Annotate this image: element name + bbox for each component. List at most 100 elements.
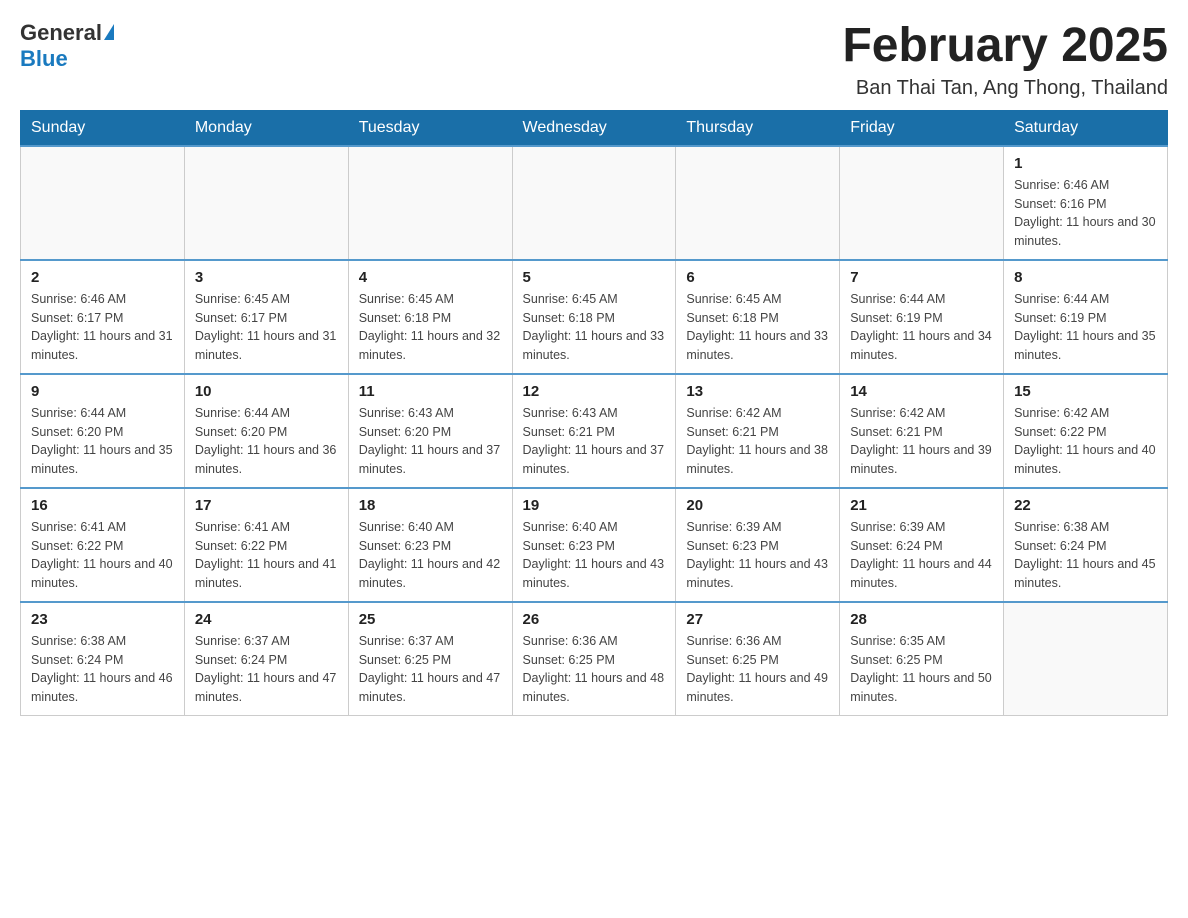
day-info: Sunrise: 6:45 AMSunset: 6:18 PMDaylight:… <box>523 290 666 365</box>
day-number: 12 <box>523 383 666 400</box>
day-info: Sunrise: 6:39 AMSunset: 6:23 PMDaylight:… <box>686 518 829 593</box>
day-number: 14 <box>850 383 993 400</box>
weekday-header-tuesday: Tuesday <box>348 110 512 146</box>
calendar-cell: 24 Sunrise: 6:37 AMSunset: 6:24 PMDayligh… <box>184 602 348 716</box>
title-block: February 2025 Ban Thai Tan, Ang Thong, T… <box>842 20 1168 100</box>
day-number: 22 <box>1014 497 1157 514</box>
weekday-header-saturday: Saturday <box>1004 110 1168 146</box>
day-info: Sunrise: 6:40 AMSunset: 6:23 PMDaylight:… <box>523 518 666 593</box>
day-number: 10 <box>195 383 338 400</box>
calendar-cell: 12Sunrise: 6:43 AMSunset: 6:21 PMDayligh… <box>512 374 676 488</box>
day-info: Sunrise: 6:45 AMSunset: 6:18 PMDaylight:… <box>686 290 829 365</box>
day-number: 13 <box>686 383 829 400</box>
day-info: Sunrise: 6:36 AMSunset: 6:25 PMDaylight:… <box>686 632 829 707</box>
day-number: 17 <box>195 497 338 514</box>
calendar-week-row: 9 Sunrise: 6:44 AMSunset: 6:20 PMDaylight… <box>21 374 1168 488</box>
logo: General Blue <box>20 20 114 72</box>
calendar-cell: 3Sunrise: 6:45 AMSunset: 6:17 PMDaylight… <box>184 260 348 374</box>
day-number: 25 <box>359 611 502 628</box>
day-number: 18 <box>359 497 502 514</box>
day-info: Sunrise: 6:37 AMSunset: 6:25 PMDaylight:… <box>359 632 502 707</box>
day-info: Sunrise: 6:39 AMSunset: 6:24 PMDaylight:… <box>850 518 993 593</box>
day-number: 7 <box>850 269 993 286</box>
day-number: 26 <box>523 611 666 628</box>
day-info: Sunrise: 6:44 AMSunset: 6:19 PMDaylight:… <box>850 290 993 365</box>
weekday-header-thursday: Thursday <box>676 110 840 146</box>
day-info: Sunrise: 6:42 AMSunset: 6:21 PMDaylight:… <box>850 404 993 479</box>
calendar-cell: 21 Sunrise: 6:39 AMSunset: 6:24 PMDayligh… <box>840 488 1004 602</box>
calendar-body: 1 Sunrise: 6:46 AMSunset: 6:16 PMDaylight… <box>21 146 1168 716</box>
day-info: Sunrise: 6:43 AMSunset: 6:20 PMDaylight:… <box>359 404 502 479</box>
day-info: Sunrise: 6:37 AMSunset: 6:24 PMDaylight:… <box>195 632 338 707</box>
calendar-cell <box>348 146 512 260</box>
day-number: 6 <box>686 269 829 286</box>
calendar-cell: 28Sunrise: 6:35 AMSunset: 6:25 PMDayligh… <box>840 602 1004 716</box>
day-info: Sunrise: 6:41 AMSunset: 6:22 PMDaylight:… <box>31 518 174 593</box>
calendar-cell: 19 Sunrise: 6:40 AMSunset: 6:23 PMDayligh… <box>512 488 676 602</box>
day-info: Sunrise: 6:35 AMSunset: 6:25 PMDaylight:… <box>850 632 993 707</box>
calendar-cell: 13 Sunrise: 6:42 AMSunset: 6:21 PMDayligh… <box>676 374 840 488</box>
weekday-header-wednesday: Wednesday <box>512 110 676 146</box>
calendar-cell: 23 Sunrise: 6:38 AMSunset: 6:24 PMDayligh… <box>21 602 185 716</box>
day-info: Sunrise: 6:36 AMSunset: 6:25 PMDaylight:… <box>523 632 666 707</box>
calendar-cell: 8 Sunrise: 6:44 AMSunset: 6:19 PMDaylight… <box>1004 260 1168 374</box>
day-number: 5 <box>523 269 666 286</box>
calendar-cell: 9Sunrise: 6:44 AMSunset: 6:20 PMDaylight… <box>21 374 185 488</box>
day-info: Sunrise: 6:42 AMSunset: 6:21 PMDaylight:… <box>686 404 829 479</box>
calendar-cell: 2 Sunrise: 6:46 AMSunset: 6:17 PMDaylight… <box>21 260 185 374</box>
calendar-cell: 16 Sunrise: 6:41 AMSunset: 6:22 PMDayligh… <box>21 488 185 602</box>
logo-general-text: General <box>20 20 114 46</box>
day-info: Sunrise: 6:42 AMSunset: 6:22 PMDaylight:… <box>1014 404 1157 479</box>
calendar-week-row: 23 Sunrise: 6:38 AMSunset: 6:24 PMDayligh… <box>21 602 1168 716</box>
day-number: 3 <box>195 269 338 286</box>
calendar-cell <box>840 146 1004 260</box>
calendar-cell: 25 Sunrise: 6:37 AMSunset: 6:25 PMDayligh… <box>348 602 512 716</box>
day-info: Sunrise: 6:38 AMSunset: 6:24 PMDaylight:… <box>1014 518 1157 593</box>
weekday-header-sunday: Sunday <box>21 110 185 146</box>
logo-general-label: General <box>20 20 102 46</box>
calendar-header: SundayMondayTuesdayWednesdayThursdayFrid… <box>21 110 1168 146</box>
day-number: 9 <box>31 383 174 400</box>
calendar-cell: 7 Sunrise: 6:44 AMSunset: 6:19 PMDaylight… <box>840 260 1004 374</box>
weekday-header-row: SundayMondayTuesdayWednesdayThursdayFrid… <box>21 110 1168 146</box>
day-number: 23 <box>31 611 174 628</box>
calendar-cell: 27 Sunrise: 6:36 AMSunset: 6:25 PMDayligh… <box>676 602 840 716</box>
logo-blue-label: Blue <box>20 46 68 72</box>
day-info: Sunrise: 6:44 AMSunset: 6:20 PMDaylight:… <box>195 404 338 479</box>
day-number: 27 <box>686 611 829 628</box>
logo-triangle-icon <box>104 24 114 40</box>
day-number: 24 <box>195 611 338 628</box>
calendar-cell: 10 Sunrise: 6:44 AMSunset: 6:20 PMDayligh… <box>184 374 348 488</box>
day-info: Sunrise: 6:41 AMSunset: 6:22 PMDaylight:… <box>195 518 338 593</box>
calendar-cell: 20 Sunrise: 6:39 AMSunset: 6:23 PMDayligh… <box>676 488 840 602</box>
page-header: General Blue February 2025 Ban Thai Tan,… <box>20 20 1168 100</box>
day-info: Sunrise: 6:44 AMSunset: 6:19 PMDaylight:… <box>1014 290 1157 365</box>
day-info: Sunrise: 6:38 AMSunset: 6:24 PMDaylight:… <box>31 632 174 707</box>
calendar-cell: 11Sunrise: 6:43 AMSunset: 6:20 PMDayligh… <box>348 374 512 488</box>
day-number: 15 <box>1014 383 1157 400</box>
calendar-cell: 26 Sunrise: 6:36 AMSunset: 6:25 PMDayligh… <box>512 602 676 716</box>
calendar-cell <box>21 146 185 260</box>
day-info: Sunrise: 6:40 AMSunset: 6:23 PMDaylight:… <box>359 518 502 593</box>
calendar-cell: 15 Sunrise: 6:42 AMSunset: 6:22 PMDayligh… <box>1004 374 1168 488</box>
day-number: 21 <box>850 497 993 514</box>
day-info: Sunrise: 6:46 AMSunset: 6:17 PMDaylight:… <box>31 290 174 365</box>
calendar-cell: 1 Sunrise: 6:46 AMSunset: 6:16 PMDaylight… <box>1004 146 1168 260</box>
day-number: 19 <box>523 497 666 514</box>
day-number: 20 <box>686 497 829 514</box>
calendar-cell: 17 Sunrise: 6:41 AMSunset: 6:22 PMDayligh… <box>184 488 348 602</box>
calendar-week-row: 2 Sunrise: 6:46 AMSunset: 6:17 PMDaylight… <box>21 260 1168 374</box>
location-label: Ban Thai Tan, Ang Thong, Thailand <box>842 77 1168 100</box>
calendar-table: SundayMondayTuesdayWednesdayThursdayFrid… <box>20 110 1168 716</box>
day-info: Sunrise: 6:45 AMSunset: 6:18 PMDaylight:… <box>359 290 502 365</box>
calendar-cell: 22 Sunrise: 6:38 AMSunset: 6:24 PMDayligh… <box>1004 488 1168 602</box>
calendar-cell: 4Sunrise: 6:45 AMSunset: 6:18 PMDaylight… <box>348 260 512 374</box>
day-info: Sunrise: 6:46 AMSunset: 6:16 PMDaylight:… <box>1014 176 1157 251</box>
day-number: 2 <box>31 269 174 286</box>
day-number: 1 <box>1014 155 1157 172</box>
calendar-cell <box>512 146 676 260</box>
calendar-cell: 6 Sunrise: 6:45 AMSunset: 6:18 PMDaylight… <box>676 260 840 374</box>
day-number: 8 <box>1014 269 1157 286</box>
day-number: 16 <box>31 497 174 514</box>
calendar-cell: 14 Sunrise: 6:42 AMSunset: 6:21 PMDayligh… <box>840 374 1004 488</box>
